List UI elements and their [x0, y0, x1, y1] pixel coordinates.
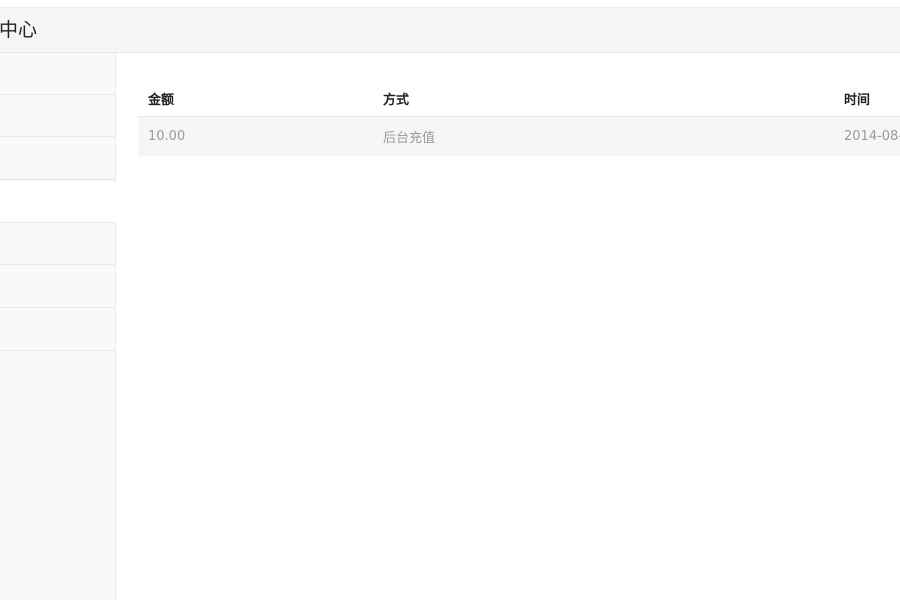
- sidebar-item-3[interactable]: 、: [0, 138, 115, 180]
- sidebar-item-label: 、: [0, 150, 7, 166]
- sidebar-item-7[interactable]: [0, 309, 115, 351]
- page-header: 中心: [0, 8, 900, 53]
- top-strip: [0, 0, 900, 8]
- page-title: 中心: [0, 19, 38, 41]
- cell-method: 后台充值: [373, 116, 834, 156]
- sidebar-item-label: 、: [0, 107, 7, 123]
- main-content: 金额 方式 时间 10.00 后台充值 2014-08-13: [116, 53, 900, 600]
- sidebar-item-label: 、: [0, 235, 7, 251]
- sidebar: 、 、 、 、 、: [0, 53, 116, 600]
- sidebar-item-5[interactable]: 、: [0, 223, 115, 265]
- sidebar-item-1[interactable]: [0, 53, 115, 95]
- page: 中心 、 、 、 、 、 金额 方式 时间: [0, 0, 900, 600]
- sidebar-item-label: 、: [0, 278, 7, 294]
- column-header-time: 时间: [834, 80, 900, 117]
- sidebar-item-2[interactable]: 、: [0, 95, 115, 137]
- column-header-method: 方式: [373, 80, 834, 117]
- cell-time: 2014-08-13: [834, 116, 900, 156]
- recharge-record-table: 金额 方式 时间 10.00 后台充值 2014-08-13: [138, 80, 900, 156]
- column-header-amount: 金额: [138, 80, 373, 117]
- sidebar-item-label: 、: [0, 193, 7, 209]
- table-header-row: 金额 方式 时间: [138, 80, 900, 117]
- sidebar-item-4-active[interactable]: 、: [0, 181, 116, 223]
- table-row: 10.00 后台充值 2014-08-13: [138, 116, 900, 156]
- cell-amount: 10.00: [138, 116, 373, 156]
- sidebar-item-6[interactable]: 、: [0, 266, 115, 308]
